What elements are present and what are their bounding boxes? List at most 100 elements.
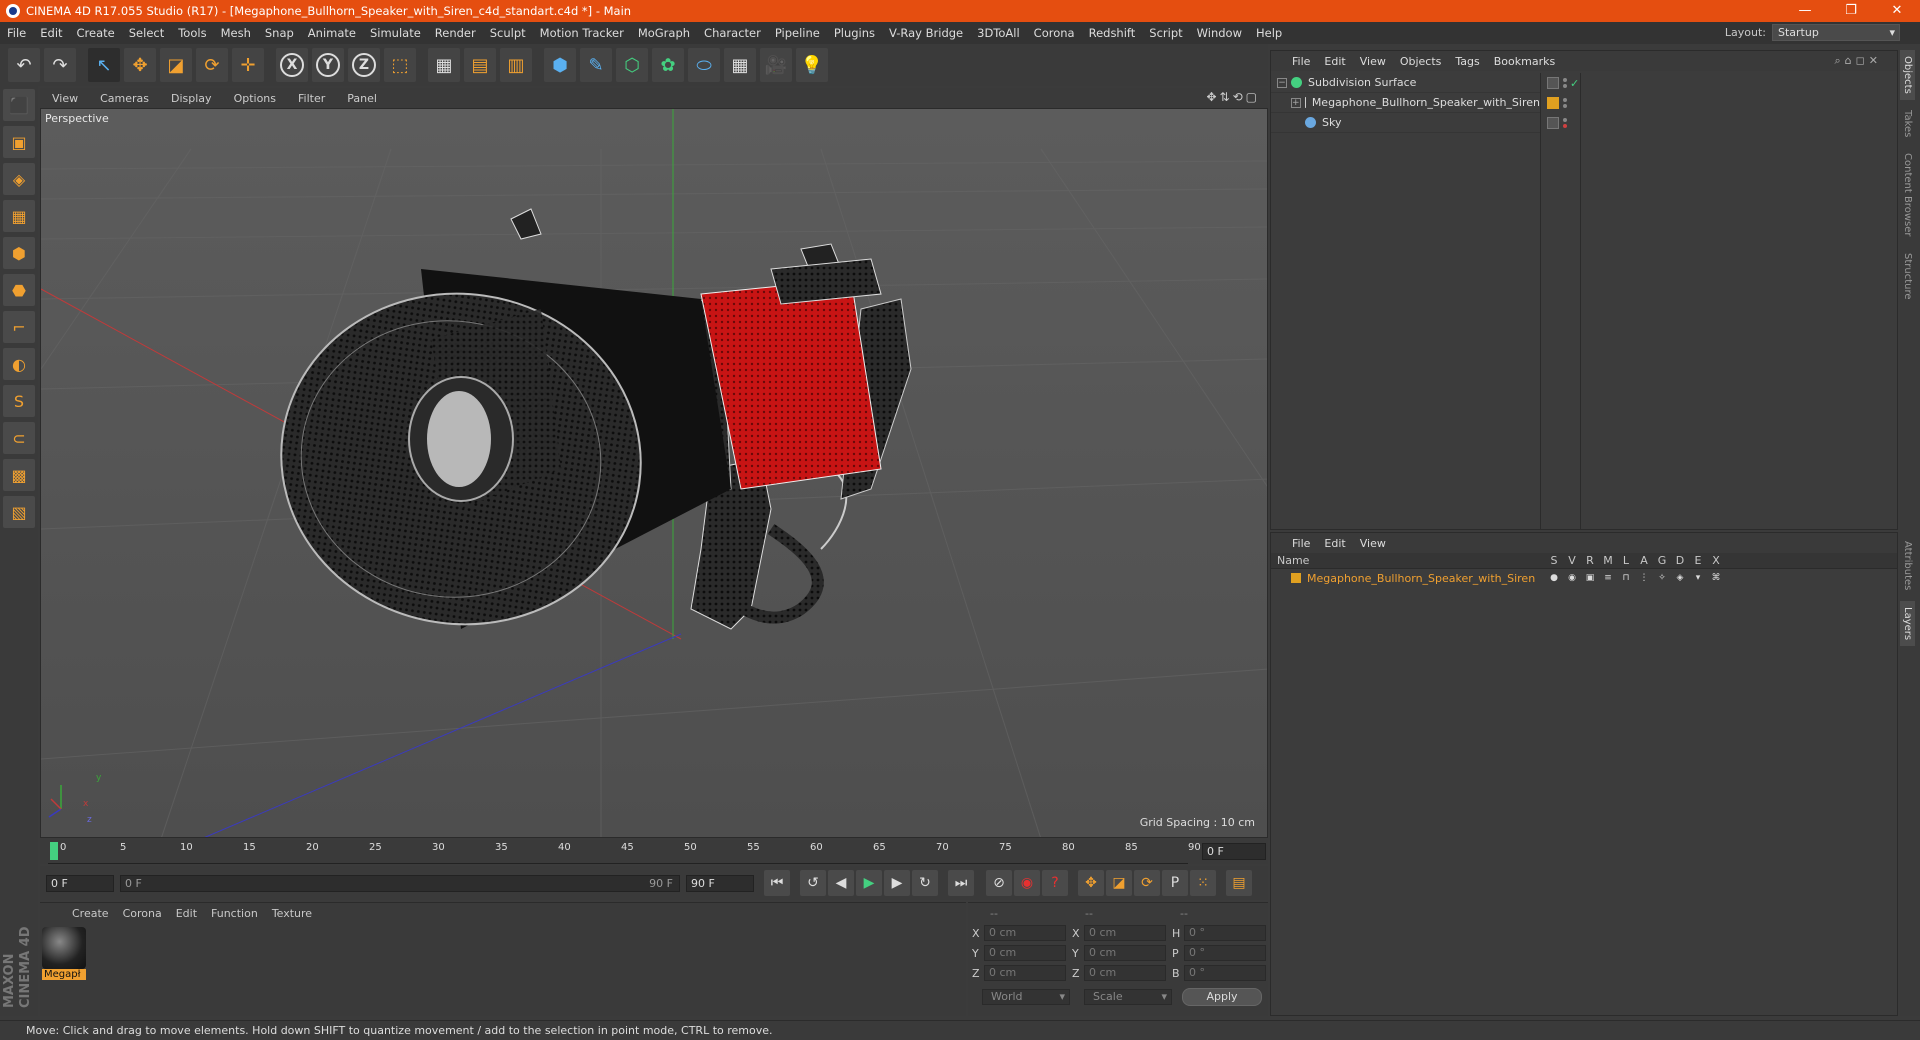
rotation-b-field[interactable]: 0 ° [1184,965,1266,981]
render-picture-viewer-button[interactable]: ▤ [464,48,496,82]
x-axis-lock-button[interactable]: X [276,48,308,82]
z-axis-lock-button[interactable]: Z [348,48,380,82]
tab-attributes[interactable]: Attributes [1900,535,1915,596]
viewport-menu-panel[interactable]: Panel [335,92,387,105]
render-settings-button[interactable]: ▥ [500,48,532,82]
restore-button[interactable]: ❐ [1828,0,1874,22]
cloner-button[interactable]: ✿ [652,48,684,82]
obj-menu-objects[interactable]: Objects [1393,55,1449,68]
menu-mesh[interactable]: Mesh [214,26,258,40]
coordinate-space-select[interactable]: World [982,989,1070,1005]
camera-button[interactable]: 🎥 [760,48,792,82]
axis-mode-button[interactable]: ◐ [3,348,35,380]
undo-button[interactable]: ↶ [8,48,40,82]
tab-content-browser[interactable]: Content Browser [1900,147,1915,242]
visibility-dots[interactable] [1563,117,1567,129]
timeline-window-button[interactable]: ▤ [1226,870,1252,896]
view-toggle-icon[interactable]: ◉ [1563,573,1581,583]
menu-simulate[interactable]: Simulate [363,26,428,40]
object-manager-tool-icons[interactable]: ⌕⌂◻✕ [1828,54,1890,68]
layer-color-swatch[interactable] [1291,573,1301,583]
viewport-nav-icons[interactable]: ✥⇅⟲▢ [1206,90,1260,104]
minimize-button[interactable]: — [1782,0,1828,22]
snapping-button[interactable]: ⊂ [3,422,35,454]
animation-toggle-icon[interactable]: ⋮ [1635,573,1653,583]
obj-menu-tags[interactable]: Tags [1448,55,1486,68]
scale-tool-button[interactable]: ◪ [160,48,192,82]
workplane-align-button[interactable]: ▧ [3,496,35,528]
light-button[interactable]: 💡 [796,48,828,82]
material-swatch[interactable]: Megapł [42,927,86,980]
key-position-button[interactable]: ✥ [1078,870,1104,896]
manager-toggle-icon[interactable]: ≡ [1599,573,1617,583]
tab-objects[interactable]: Objects [1900,50,1915,100]
select-tool-button[interactable]: ↖ [88,48,120,82]
menu-file[interactable]: File [0,26,33,40]
menu-select[interactable]: Select [122,26,171,40]
size-x-field[interactable]: 0 cm [1084,925,1166,941]
apply-button[interactable]: Apply [1182,988,1262,1006]
menu-sculpt[interactable]: Sculpt [483,26,533,40]
obj-menu-file[interactable]: File [1285,55,1317,68]
key-scale-button[interactable]: ◪ [1106,870,1132,896]
menu-motion-tracker[interactable]: Motion Tracker [533,26,631,40]
tab-takes[interactable]: Takes [1900,104,1915,143]
position-z-field[interactable]: 0 cm [984,965,1066,981]
solo-toggle-icon[interactable]: ● [1545,573,1563,583]
layer-color-tag[interactable] [1547,97,1559,109]
deformer-button[interactable]: ⬭ [688,48,720,82]
xrefs-toggle-icon[interactable]: ⌘ [1707,573,1725,583]
size-mode-select[interactable]: Scale [1084,989,1172,1005]
menu-redshift[interactable]: Redshift [1082,26,1143,40]
redo-button[interactable]: ↷ [44,48,76,82]
menu-help[interactable]: Help [1249,26,1289,40]
render-toggle[interactable] [1547,117,1559,129]
layer-menu-edit[interactable]: Edit [1317,537,1352,550]
lock-toggle-icon[interactable]: ⊓ [1617,573,1635,583]
collapse-icon[interactable]: − [1277,77,1287,88]
menu-mograph[interactable]: MoGraph [631,26,697,40]
points-mode-button[interactable]: ⬢ [3,237,35,269]
playhead[interactable] [50,842,58,860]
coordinate-system-button[interactable]: ⬚ [384,48,416,82]
viewport-menu-filter[interactable]: Filter [286,92,335,105]
visibility-dots[interactable] [1563,97,1567,109]
menu-tools[interactable]: Tools [171,26,213,40]
layout-select[interactable]: Startup [1772,24,1900,41]
size-y-field[interactable]: 0 cm [1084,945,1166,961]
deformers-toggle-icon[interactable]: ◈ [1671,573,1689,583]
menu-plugins[interactable]: Plugins [827,26,882,40]
obj-menu-bookmarks[interactable]: Bookmarks [1487,55,1562,68]
tweak-mode-button[interactable]: S [3,385,35,417]
menu-vray-bridge[interactable]: V-Ray Bridge [882,26,970,40]
key-parameter-button[interactable]: P [1162,870,1188,896]
polygons-mode-button[interactable]: ⌐ [3,311,35,343]
move-tool-button[interactable]: ✥ [124,48,156,82]
menu-window[interactable]: Window [1190,26,1249,40]
workplane-mode-button[interactable]: ▦ [3,200,35,232]
rotation-h-field[interactable]: 0 ° [1184,925,1266,941]
current-frame-field[interactable]: 0 F [1202,843,1266,860]
perspective-viewport[interactable]: Perspective y x z Grid Spacing : 10 cm [40,108,1268,838]
menu-create[interactable]: Create [70,26,122,40]
cube-object-button[interactable]: ⬢ [544,48,576,82]
viewport-menu-display[interactable]: Display [159,92,222,105]
obj-menu-edit[interactable]: Edit [1317,55,1352,68]
viewport-menu-options[interactable]: Options [222,92,286,105]
rotation-p-field[interactable]: 0 ° [1184,945,1266,961]
material-menu-corona[interactable]: Corona [117,907,170,920]
close-button[interactable]: ✕ [1874,0,1920,22]
menu-edit[interactable]: Edit [33,26,69,40]
layer-menu-view[interactable]: View [1353,537,1393,550]
material-menu-texture[interactable]: Texture [266,907,320,920]
position-x-field[interactable]: 0 cm [984,925,1066,941]
obj-menu-view[interactable]: View [1353,55,1393,68]
visibility-dots[interactable] [1563,77,1567,89]
enabled-check-icon[interactable]: ✓ [1570,77,1579,90]
menu-corona[interactable]: Corona [1027,26,1082,40]
keyframe-selection-button[interactable]: ? [1042,870,1068,896]
texture-mode-button[interactable]: ◈ [3,163,35,195]
go-to-end-button[interactable]: ⏭ [948,870,974,896]
live-selection-button[interactable]: ✛ [232,48,264,82]
tab-layers[interactable]: Layers [1900,600,1915,646]
